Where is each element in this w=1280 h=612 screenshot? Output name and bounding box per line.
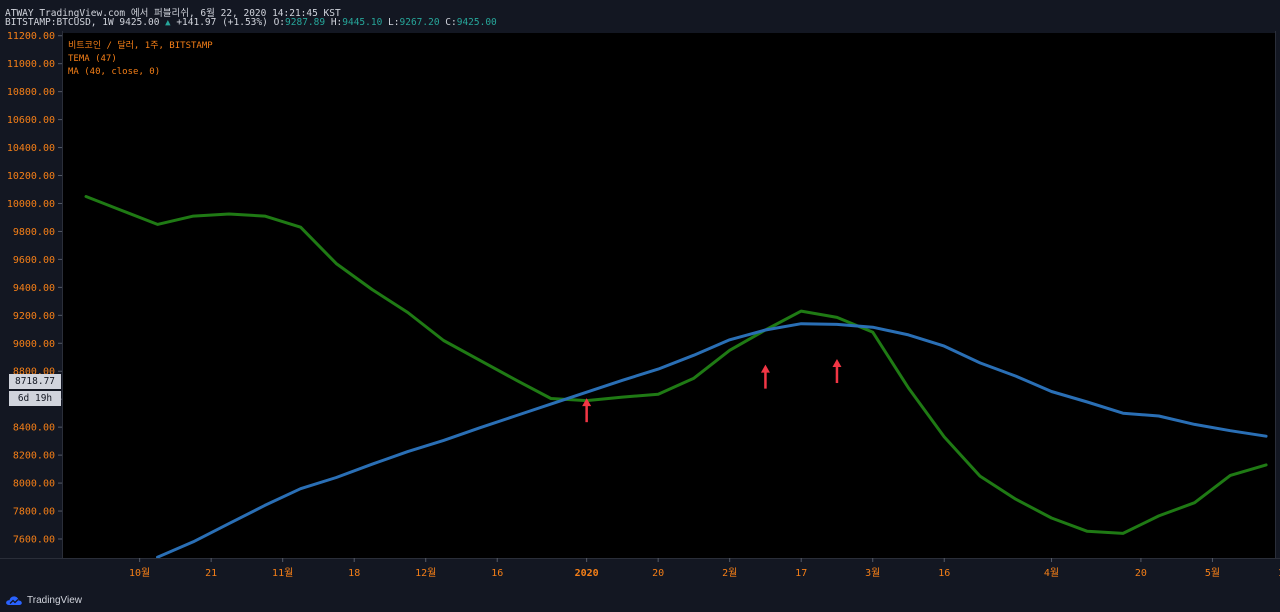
high-value: 9445.10 <box>342 17 383 28</box>
y-tick-label: 8000.00 <box>13 479 55 490</box>
close-value: 9425.00 <box>456 17 497 28</box>
tradingview-logo[interactable]: TradingView <box>5 593 82 607</box>
y-tick-label: 11200.00 <box>7 31 55 42</box>
y-tick-label: 9400.00 <box>13 283 55 294</box>
x-tick-label: 4월 <box>1044 567 1059 579</box>
x-tick-label: 16 <box>938 568 950 579</box>
x-tick-label: 10월 <box>129 567 150 579</box>
bar-countdown-tag: 6d 19h <box>9 391 61 406</box>
x-tick-label: 12월 <box>415 567 436 579</box>
x-tick-label: 18 <box>348 568 360 579</box>
y-tick-label: 10200.00 <box>7 171 55 182</box>
price-change: +141.97 (+1.53%) <box>176 17 268 28</box>
y-tick-label: 10000.00 <box>7 199 55 210</box>
open-value: 9287.89 <box>285 17 326 28</box>
price-chart[interactable]: 7600.007800.008000.008200.008400.008600.… <box>0 31 1280 588</box>
y-tick-label: 9600.00 <box>13 255 55 266</box>
y-tick-label: 9200.00 <box>13 311 55 322</box>
x-tick-label: 20 <box>1135 568 1147 579</box>
x-tick-label: 5월 <box>1205 567 1220 579</box>
open-label: O: <box>273 17 286 28</box>
y-tick-label: 8400.00 <box>13 423 55 434</box>
high-label: H: <box>330 17 343 28</box>
legend-tema: TEMA (47) <box>68 54 117 64</box>
y-tick-label: 9800.00 <box>13 227 55 238</box>
chart-legend: 비트코인 / 달러, 1주, BITSTAMP TEMA (47) MA (40… <box>68 40 213 79</box>
legend-ma: MA (40, close, 0) <box>68 67 161 77</box>
x-tick-label: 2월 <box>722 567 737 579</box>
low-label: L: <box>388 17 400 28</box>
x-tick-label: 20 <box>652 568 664 579</box>
tradingview-cloud-icon <box>6 596 22 605</box>
x-tick-label: 3월 <box>865 567 880 579</box>
y-tick-label: 9000.00 <box>13 339 55 350</box>
current-price-tag: 8718.77 <box>9 374 61 389</box>
legend-title: 비트코인 / 달러, 1주, BITSTAMP <box>68 41 213 51</box>
plot-background <box>62 33 1275 558</box>
y-tick-label: 10400.00 <box>7 143 55 154</box>
y-tick-label: 7800.00 <box>13 507 55 518</box>
brand-name: TradingView <box>27 594 83 606</box>
y-tick-label: 11000.00 <box>7 59 55 70</box>
x-tick-label: 16 <box>491 568 503 579</box>
close-label: C: <box>445 17 457 28</box>
y-tick-label: 7600.00 <box>13 535 55 546</box>
y-tick-label: 10800.00 <box>7 87 55 98</box>
symbol-info: BITSTAMP:BTCUSD, 1W 9425.00 ▲ +141.97 (+… <box>5 17 497 28</box>
chart-area[interactable]: 7600.007800.008000.008200.008400.008600.… <box>0 31 1280 588</box>
chart-header: ATWAY TradingView.com 에서 퍼블리쉬, 6월 22, 20… <box>0 0 1280 31</box>
change-up-icon: ▲ <box>165 18 171 28</box>
x-tick-label: 21 <box>205 568 217 579</box>
x-tick-label: 17 <box>795 568 807 579</box>
chart-footer: TradingView <box>0 588 1280 612</box>
x-tick-label: 11월 <box>272 567 293 579</box>
x-tick-label: 2020 <box>575 568 599 579</box>
y-tick-label: 10600.00 <box>7 115 55 126</box>
y-tick-label: 8200.00 <box>13 451 55 462</box>
symbol-label: BITSTAMP:BTCUSD, 1W 9425.00 <box>5 17 160 28</box>
low-value: 9267.20 <box>399 17 440 28</box>
